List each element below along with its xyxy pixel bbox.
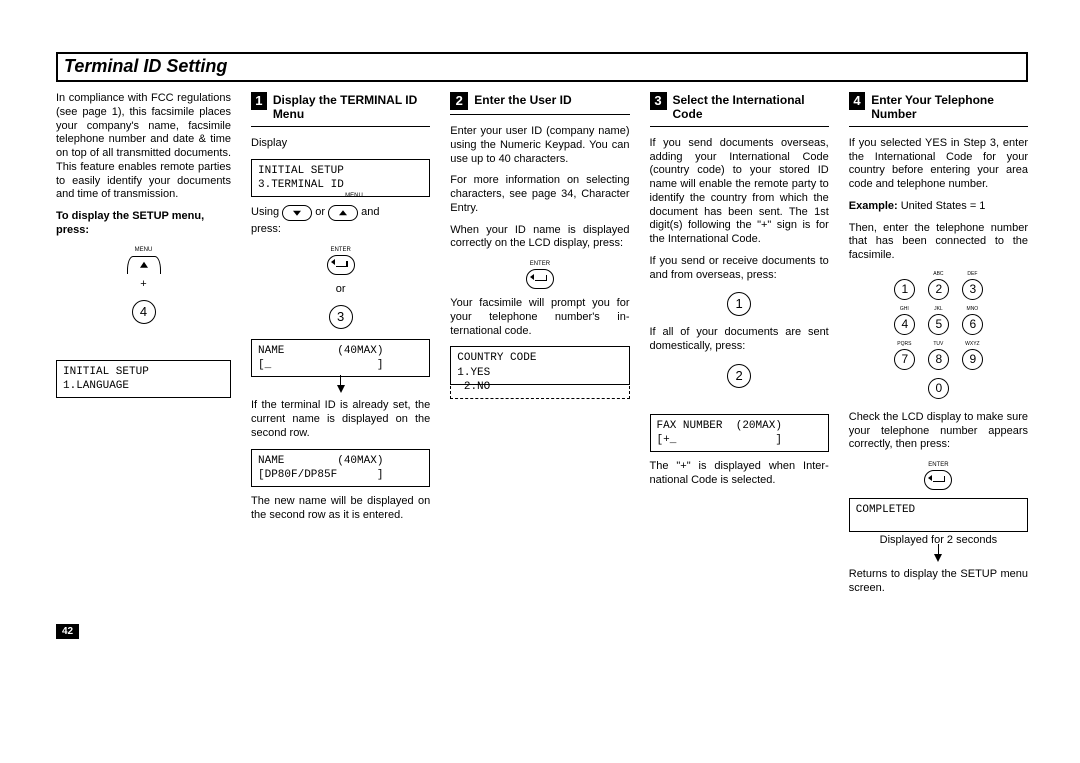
enter-key-icon: ENTER [526,269,554,289]
page-number-footer: 42 [56,604,1028,639]
lcd-initial-setup-language: INITIAL SETUP 1.LANGUAGE [56,360,231,399]
or-text: or [251,283,430,295]
lcd-country-code-no: 2.NO [450,376,629,399]
menu-key-icon: MENU [127,256,161,274]
step-4-badge: 4 [849,92,865,110]
keypad-7: 7 [894,349,915,370]
lcd-completed: COMPLETED [849,498,1028,532]
arrow-down-icon [282,205,312,221]
example-line: Example: United States = 1 [849,200,1028,214]
columns: In compliance with FCC regula­tions (see… [56,92,1028,604]
enter-key-icon: ENTER [327,255,355,275]
step4-p4: Returns to display the SETUP menu screen… [849,568,1028,596]
page-title: Terminal ID Setting [64,56,227,76]
step-2-title: Enter the User ID [474,92,571,107]
step-3-header: 3 Select the International Code [650,92,829,127]
step-4-column: 4 Enter Your Telephone Number If you sel… [849,92,1028,604]
step-3-column: 3 Select the International Code If you s… [650,92,829,604]
key-2-icon: 2 [727,364,751,388]
setup-instruction: To display the SETUP menu, press: [56,210,231,238]
step3-p3: If all of your documents are sent domest… [650,326,829,354]
key-3-icon: 3 [329,305,353,329]
step-3-badge: 3 [650,92,667,110]
step3-p1: If you send documents over­seas, adding … [650,137,829,247]
step-2-column: 2 Enter the User ID Enter your user ID (… [450,92,629,604]
keypad-1: 1 [894,279,915,300]
step-1-header: 1 Display the TERMINAL ID Menu [251,92,430,127]
enter-key-icon: ENTER [924,470,952,490]
press-word: press: [251,223,430,237]
step-4-title: Enter Your Telephone Number [871,92,1028,122]
step4-p2: Then, enter the telephone num­ber that h… [849,222,1028,263]
arrow-up-icon [328,205,358,221]
intro-text: In compliance with FCC regula­tions (see… [56,92,231,202]
lcd-name-preset: NAME (40MAX) [DP80F/DP85F ] [251,449,430,488]
step-4-header: 4 Enter Your Telephone Number [849,92,1028,127]
keypad-8: 8 [928,349,949,370]
down-arrow-icon [934,554,942,562]
step-2-badge: 2 [450,92,468,110]
page-number: 42 [56,624,79,639]
step-2-header: 2 Enter the User ID [450,92,629,115]
step-1-badge: 1 [251,92,267,110]
manual-page: Terminal ID Setting In compliance with F… [0,0,1080,763]
step2-p4: Your facsimile will prompt you for your … [450,297,629,338]
step2-p2: For more information on select­ing chara… [450,174,629,215]
display-label: Display [251,137,430,151]
keypad-0: 0 [928,378,949,399]
keypad-3: 3 [962,279,983,300]
key-4-icon: 4 [132,300,156,324]
lcd-terminal-id: INITIAL SETUP 3.TERMINAL ID [251,159,430,198]
keypad-9: 9 [962,349,983,370]
step1-note2: The new name will be displayed on the se… [251,495,430,523]
menu-sublabel: MENU [345,193,363,201]
step-1-column: 1 Display the TERMINAL ID Menu Display I… [251,92,430,604]
keypad-2: 2 [928,279,949,300]
step4-p1: If you selected YES in Step 3, enter the… [849,137,1028,192]
keypad-5: 5 [928,314,949,335]
step1-note1: If the terminal ID is already set, the c… [251,399,430,440]
keypad-6: 6 [962,314,983,335]
step2-p3: When your ID name is displayed correctly… [450,224,629,252]
plus-sign: + [56,278,231,290]
intro-column: In compliance with FCC regula­tions (see… [56,92,231,604]
step4-p3: Check the LCD display to make sure your … [849,411,1028,452]
step2-p1: Enter your user ID (company name) using … [450,125,629,166]
key-1-icon: 1 [727,292,751,316]
using-line: Using or MENU and [251,205,430,221]
page-title-box: Terminal ID Setting [56,52,1028,82]
keypad-4: 4 [894,314,915,335]
lcd-fax-number: FAX NUMBER (20MAX) [+_ ] [650,414,829,453]
numeric-keypad: ABCDEF 1 2 3 GHIJKLMNO 4 5 6 PQRSTUVWXYZ… [849,271,1028,401]
step3-p2: If you send or receive docu­ments to and… [650,255,829,283]
step-1-title: Display the TERMINAL ID Menu [273,92,430,122]
step-3-title: Select the International Code [673,92,829,122]
lcd-name-blank: NAME (40MAX) [_ ] [251,339,430,378]
down-arrow-icon [337,385,345,393]
menu-button-graphic: MENU [56,246,231,274]
step3-p4: The "+" is displayed when Inter­national… [650,460,829,488]
